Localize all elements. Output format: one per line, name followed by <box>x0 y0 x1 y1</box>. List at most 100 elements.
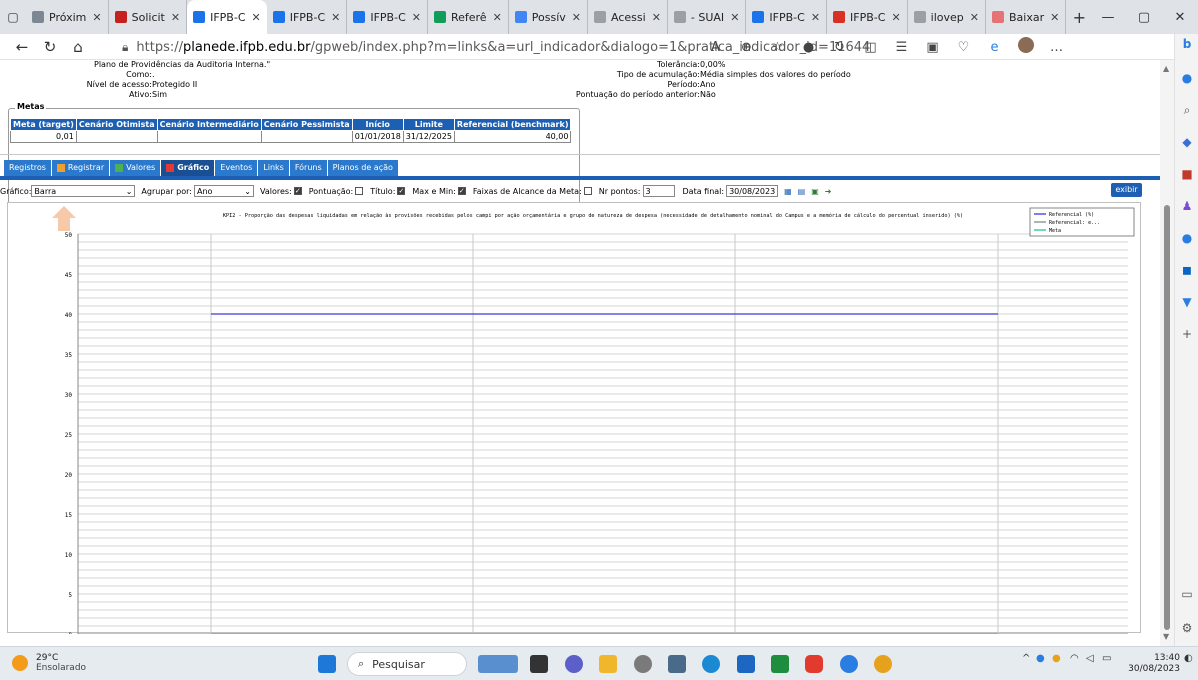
collections-icon[interactable]: ▣ <box>917 40 948 55</box>
home-icon[interactable]: ⌂ <box>64 38 92 56</box>
notification-center-icon[interactable]: ◐ <box>1184 653 1193 664</box>
tab-valores[interactable]: Valores <box>110 160 161 176</box>
datafinal-input[interactable]: 30/08/2023 <box>726 185 779 197</box>
exibir-button[interactable]: exibir <box>1111 183 1142 197</box>
browser-tab[interactable]: - SUAI ✕ <box>668 0 747 34</box>
tray-overflow-icon[interactable]: ^ <box>1022 653 1030 664</box>
favorite-icon[interactable]: ☆ <box>762 40 793 55</box>
excel-icon[interactable]: ▣ <box>811 187 819 196</box>
tab-planos-de-ação[interactable]: Planos de ação <box>327 160 398 176</box>
wifi-icon[interactable]: ◠ <box>1070 653 1079 664</box>
tab-close-icon[interactable]: ✕ <box>891 11 900 24</box>
widgets-icon[interactable] <box>478 655 518 673</box>
taskbar-search[interactable]: ⌕ Pesquisar <box>347 652 467 676</box>
minimize-icon[interactable]: — <box>1090 0 1126 34</box>
tab-close-icon[interactable]: ✕ <box>572 11 581 24</box>
tools-icon[interactable]: ■ <box>1179 166 1195 182</box>
maxmin-checkbox[interactable]: ✓ <box>457 187 466 195</box>
tab-close-icon[interactable]: ✕ <box>493 11 502 24</box>
scroll-up-icon[interactable]: ▲ <box>1163 64 1169 73</box>
calendar-app-icon[interactable] <box>737 655 755 673</box>
tab-close-icon[interactable]: ✕ <box>730 11 739 24</box>
browser-essentials-icon[interactable]: ♡ <box>948 40 979 55</box>
browser-tab[interactable]: IFPB-C ✕ <box>746 0 828 34</box>
sidebar-settings-icon[interactable]: ⚙ <box>1179 620 1195 636</box>
browser-tab[interactable]: IFPB-C ✕ <box>347 0 428 34</box>
sidebar-layout-icon[interactable]: ▭ <box>1179 586 1195 602</box>
tab-close-icon[interactable]: ✕ <box>1050 11 1059 24</box>
blue-app-icon[interactable] <box>840 655 858 673</box>
sheets-icon[interactable] <box>771 655 789 673</box>
settings-icon[interactable] <box>634 655 652 673</box>
scroll-down-icon[interactable]: ▼ <box>1163 632 1169 641</box>
close-window-icon[interactable]: ✕ <box>1162 0 1198 34</box>
tab-actions-icon[interactable]: ▢ <box>0 0 26 34</box>
calendar-icon[interactable]: ▦ <box>784 187 792 196</box>
browser-tab[interactable]: IFPB-C ✕ <box>187 0 267 34</box>
tab-eventos[interactable]: Eventos <box>215 160 258 176</box>
scroll-thumb[interactable] <box>1164 205 1170 630</box>
tab-gráfico[interactable]: Gráfico <box>161 160 215 176</box>
agrupar-select[interactable]: Ano ⌄ <box>193 185 254 197</box>
refresh-icon[interactable]: ↻ <box>36 38 64 56</box>
office-icon[interactable]: ● <box>1179 230 1195 246</box>
browser-tab[interactable]: Possív ✕ <box>509 0 589 34</box>
tray-onedrive-icon[interactable]: ● <box>1052 653 1061 664</box>
tab-close-icon[interactable]: ✕ <box>331 11 340 24</box>
sidebar-search-icon[interactable]: ⌕ <box>1179 102 1195 118</box>
browser-tab[interactable]: ilovep ✕ <box>908 0 986 34</box>
extension-icon[interactable]: ● <box>793 40 824 55</box>
chrome-icon[interactable] <box>874 655 892 673</box>
restore-icon[interactable]: ▢ <box>1126 0 1162 34</box>
task-view-icon[interactable] <box>530 655 548 673</box>
edge-icon[interactable] <box>702 655 720 673</box>
favorites-list-icon[interactable]: ☰ <box>886 40 917 55</box>
refresh-extension-icon[interactable]: ↻ <box>824 40 855 55</box>
grafico-select[interactable]: Barra ⌄ <box>31 185 136 197</box>
browser-tab[interactable]: Solicit ✕ <box>109 0 188 34</box>
file-explorer-icon[interactable] <box>599 655 617 673</box>
browser-tab[interactable]: IFPB-C ✕ <box>267 0 348 34</box>
browser-tab[interactable]: Próxim ✕ <box>26 0 109 34</box>
browser-tab[interactable]: Baixar ✕ <box>986 0 1067 34</box>
battery-icon[interactable]: ▭ <box>1102 653 1111 664</box>
tab-registrar[interactable]: Registrar <box>51 160 110 176</box>
tray-app-icon[interactable]: ● <box>1036 653 1045 664</box>
split-screen-icon[interactable]: ◫ <box>855 40 886 55</box>
page-scrollbar[interactable]: ▲ ▼ <box>1160 60 1174 646</box>
zoom-icon[interactable]: ⊕ <box>731 40 762 55</box>
tab-close-icon[interactable]: ✕ <box>412 11 421 24</box>
browser-tab[interactable]: Referê ✕ <box>428 0 509 34</box>
export-icon[interactable]: ➜ <box>825 187 832 196</box>
red-app-icon[interactable] <box>805 655 823 673</box>
pontuacao-checkbox[interactable] <box>355 187 364 195</box>
tab-close-icon[interactable]: ✕ <box>92 11 101 24</box>
tab-close-icon[interactable]: ✕ <box>811 11 820 24</box>
tab-fóruns[interactable]: Fóruns <box>289 160 327 176</box>
tab-close-icon[interactable]: ✕ <box>252 11 261 24</box>
teams-icon[interactable] <box>565 655 583 673</box>
browser-tab[interactable]: IFPB-C ✕ <box>827 0 908 34</box>
tab-close-icon[interactable]: ✕ <box>171 11 180 24</box>
games-icon[interactable]: ♟ <box>1179 198 1195 214</box>
print-icon[interactable]: ▤ <box>798 187 806 196</box>
browser-tab[interactable]: Acessi ✕ <box>588 0 668 34</box>
edge-copilot-icon[interactable]: e <box>979 40 1010 55</box>
tab-registros[interactable]: Registros <box>4 160 51 176</box>
drop-icon[interactable]: ▼ <box>1179 294 1195 310</box>
profile-avatar[interactable] <box>1010 37 1041 57</box>
tab-links[interactable]: Links <box>258 160 289 176</box>
volume-icon[interactable]: ◁ <box>1086 653 1094 664</box>
system-clock[interactable]: 13:40 30/08/2023 <box>1122 653 1180 675</box>
nrpontos-input[interactable]: 3 <box>642 185 675 197</box>
add-sidebar-icon[interactable]: + <box>1179 326 1195 342</box>
titulo-checkbox[interactable]: ✓ <box>397 187 406 195</box>
valores-checkbox[interactable]: ✓ <box>293 187 302 195</box>
faixas-checkbox[interactable] <box>583 187 592 195</box>
notifications-icon[interactable]: ● <box>1179 70 1195 86</box>
more-options-icon[interactable]: … <box>1041 40 1072 55</box>
back-icon[interactable]: ← <box>8 38 36 56</box>
weather-widget[interactable]: 29°C Ensolarado <box>12 653 86 673</box>
outlook-icon[interactable]: ◼ <box>1179 262 1195 278</box>
shopping-icon[interactable]: ◆ <box>1179 134 1195 150</box>
